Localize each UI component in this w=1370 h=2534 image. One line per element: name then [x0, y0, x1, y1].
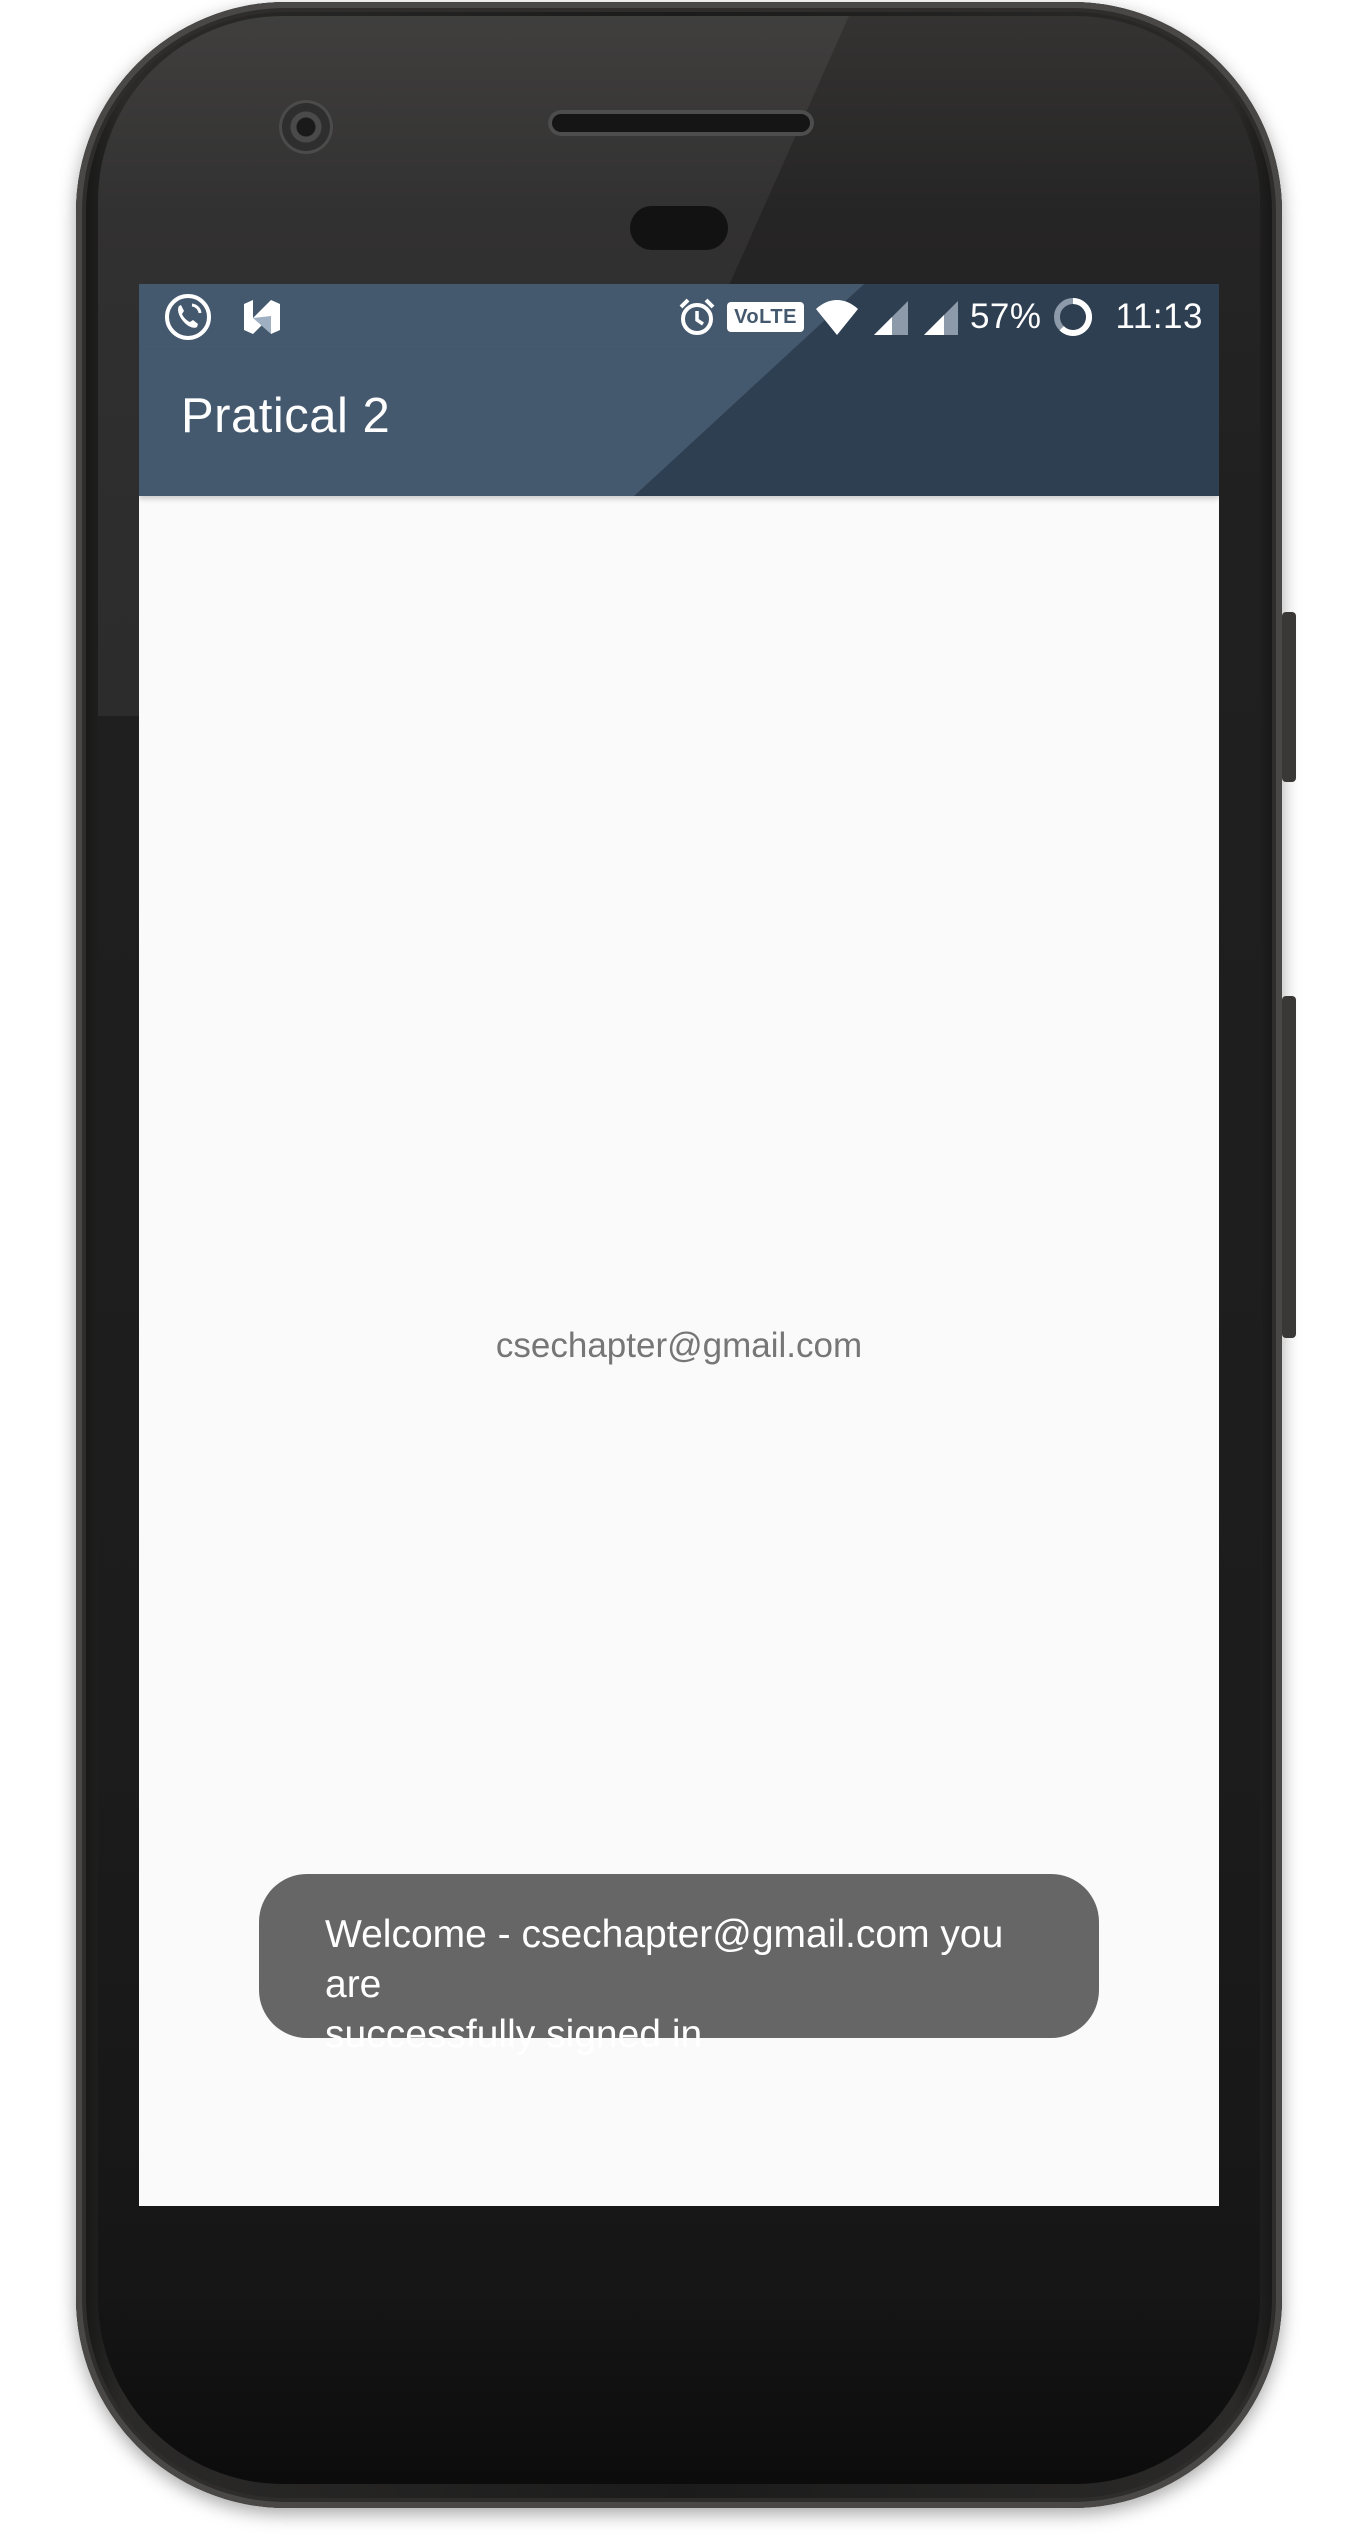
earpiece-speaker	[548, 110, 814, 136]
signal-icon	[920, 297, 960, 337]
proximity-sensor	[630, 206, 728, 250]
app-title: Pratical 2	[181, 389, 391, 443]
volte-badge: VoLTE	[727, 302, 804, 332]
status-time: 11:13	[1115, 297, 1203, 336]
device-stage: VoLTE 57% 11:13 Pratical 2 csechapter@gm…	[0, 0, 1370, 2534]
toast-line-2: successfully signed in	[325, 2013, 703, 2056]
battery-percent: 57%	[969, 297, 1042, 336]
wifi-icon	[814, 297, 860, 337]
status-right-icons: VoLTE 57% 11:13	[677, 284, 1203, 350]
power-button[interactable]	[1282, 612, 1296, 782]
toast-line-1: Welcome - csechapter@gmail.com you are	[325, 1913, 1004, 2006]
toast-message: Welcome - csechapter@gmail.com you are s…	[259, 1874, 1099, 2056]
phone-screen: VoLTE 57% 11:13 Pratical 2 csechapter@gm…	[139, 284, 1219, 2206]
volume-button[interactable]	[1282, 996, 1296, 1338]
status-left-icons	[163, 284, 283, 350]
signed-in-email: csechapter@gmail.com	[495, 1326, 863, 1365]
signal-icon	[870, 297, 910, 337]
n-letter-icon	[241, 298, 283, 336]
alarm-icon	[677, 297, 717, 337]
battery-ring-icon	[1052, 296, 1094, 338]
phone-call-icon	[163, 292, 213, 342]
front-camera-icon	[279, 100, 333, 154]
